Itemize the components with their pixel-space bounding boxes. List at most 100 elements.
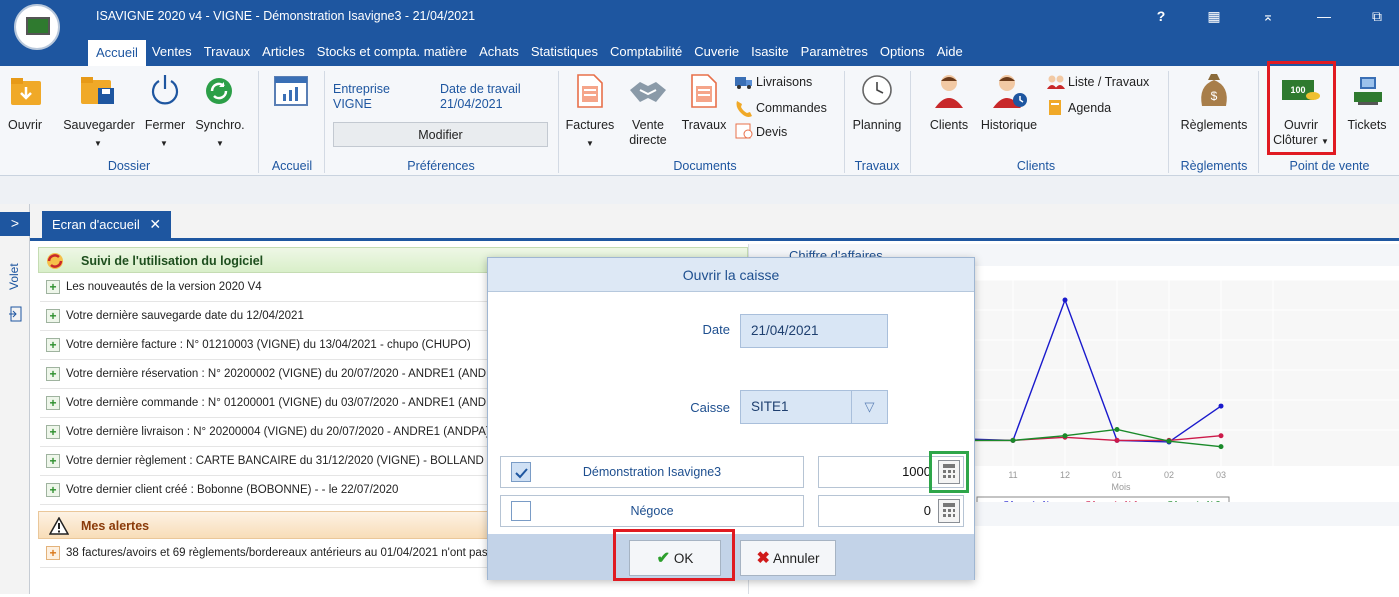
chevron-down-icon[interactable]: ▽ bbox=[851, 391, 887, 423]
data-point bbox=[1114, 437, 1120, 443]
help-icon[interactable]: ? bbox=[1150, 8, 1172, 24]
group-label-reglements: Règlements bbox=[1180, 159, 1248, 173]
caisse-select[interactable]: SITE1 ▽ bbox=[740, 390, 888, 424]
dock-icon[interactable] bbox=[8, 305, 24, 323]
checkbox-negoce[interactable] bbox=[511, 501, 531, 521]
cross-icon: ✖ bbox=[756, 550, 770, 567]
expand-icon[interactable]: + bbox=[46, 453, 60, 468]
calculator-icon[interactable] bbox=[938, 499, 960, 523]
group-label-point-de-vente: Point de vente bbox=[1289, 159, 1370, 173]
group-label-travaux: Travaux bbox=[854, 159, 900, 173]
menu-travaux[interactable]: Travaux bbox=[198, 41, 256, 66]
menu-aide[interactable]: Aide bbox=[931, 41, 969, 66]
expand-icon[interactable]: + bbox=[46, 482, 60, 497]
menu-statistiques[interactable]: Statistiques bbox=[525, 41, 604, 66]
agenda-button[interactable]: Agenda bbox=[1046, 99, 1158, 119]
work-document-icon bbox=[691, 74, 717, 108]
caisse-row-negoce[interactable]: Négoce bbox=[500, 495, 804, 527]
expand-volet-button[interactable]: > bbox=[0, 212, 30, 236]
travaux-doc-button[interactable]: Travaux bbox=[676, 70, 732, 156]
data-point bbox=[1166, 438, 1172, 444]
dialog-title: Ouvrir la caisse bbox=[488, 258, 974, 292]
group-label-accueil: Accueil bbox=[271, 159, 313, 173]
fermer-button[interactable]: Fermer ▼ bbox=[140, 70, 190, 156]
ribbon: Ouvrir Sauvegarder ▼ Fermer ▼ Synchro. ▼… bbox=[0, 66, 1399, 176]
expand-icon[interactable]: + bbox=[46, 545, 60, 560]
sync-icon bbox=[206, 78, 232, 104]
truck-icon bbox=[735, 77, 752, 89]
expand-icon[interactable]: + bbox=[46, 308, 60, 323]
data-point bbox=[1062, 297, 1068, 303]
close-tab-icon[interactable]: ✕ bbox=[149, 216, 161, 232]
data-point bbox=[1218, 403, 1224, 409]
devis-button[interactable]: Devis bbox=[734, 122, 844, 142]
x-tick-label: 01 bbox=[1112, 470, 1122, 480]
vente-directe-button[interactable]: Vente directe bbox=[620, 70, 676, 156]
handshake-icon bbox=[630, 82, 666, 102]
commandes-button[interactable]: Commandes bbox=[734, 99, 844, 119]
reglements-button[interactable]: $ Règlements bbox=[1172, 70, 1256, 156]
phone-icon bbox=[736, 101, 752, 117]
client-icon bbox=[935, 75, 963, 108]
ouvrir-dossier-button[interactable]: Ouvrir bbox=[0, 70, 50, 156]
caisse-row-demonstration[interactable]: Démonstration Isavigne3 bbox=[500, 456, 804, 488]
modifier-button[interactable]: Modifier bbox=[333, 122, 548, 147]
clients-button[interactable]: Clients bbox=[922, 70, 976, 156]
menu-articles[interactable]: Articles bbox=[256, 41, 311, 66]
expand-icon[interactable]: + bbox=[46, 337, 60, 352]
money-bag-icon: $ bbox=[1201, 74, 1227, 106]
highlight-ok-button bbox=[613, 529, 735, 581]
expand-icon[interactable]: + bbox=[46, 424, 60, 439]
menu-cuverie[interactable]: Cuverie bbox=[688, 41, 745, 66]
power-icon bbox=[151, 75, 179, 105]
synchro-button[interactable]: Synchro. ▼ bbox=[190, 70, 250, 156]
folder-save-icon bbox=[81, 77, 114, 104]
menu-achats[interactable]: Achats bbox=[473, 41, 525, 66]
checkbox-demonstration[interactable] bbox=[511, 462, 531, 482]
menu-isasite[interactable]: Isasite bbox=[745, 41, 795, 66]
planning-button[interactable]: Planning bbox=[846, 70, 908, 156]
menu-stocks[interactable]: Stocks et compta. matière bbox=[311, 41, 473, 66]
window-title: ISAVIGNE 2020 v4 - VIGNE - Démonstration… bbox=[96, 9, 476, 23]
tab-bar bbox=[30, 204, 1399, 241]
tab-ecran-accueil[interactable]: Ecran d'accueil ✕ bbox=[42, 211, 172, 238]
expand-icon[interactable]: + bbox=[46, 395, 60, 410]
sauvegarder-button[interactable]: Sauvegarder ▼ bbox=[58, 70, 140, 156]
group-label-preferences: Préférences bbox=[407, 159, 475, 173]
dashboard-icon bbox=[274, 76, 308, 106]
agenda-icon bbox=[1049, 100, 1061, 115]
livraisons-button[interactable]: Livraisons bbox=[734, 74, 844, 94]
accueil-dashboard-button[interactable] bbox=[264, 70, 320, 156]
menu-ventes[interactable]: Ventes bbox=[146, 41, 198, 66]
historique-button[interactable]: Historique bbox=[976, 70, 1042, 156]
quote-icon bbox=[735, 123, 753, 139]
calculator-icon[interactable]: ▦ bbox=[1203, 8, 1225, 25]
date-travail-label: Date de travail bbox=[440, 82, 521, 96]
minimize-icon[interactable]: — bbox=[1313, 8, 1335, 24]
tickets-button[interactable]: Tickets bbox=[1338, 70, 1396, 156]
volet-label[interactable]: Volet bbox=[7, 263, 21, 290]
entreprise-value: VIGNE bbox=[333, 97, 372, 111]
app-logo-icon[interactable] bbox=[14, 4, 60, 50]
factures-button[interactable]: Factures ▼ bbox=[560, 70, 620, 156]
restore-icon[interactable]: ⧉ bbox=[1366, 8, 1388, 25]
annuler-button[interactable]: ✖ Annuler bbox=[740, 540, 836, 576]
group-label-dossier: Dossier bbox=[107, 159, 151, 173]
menu-accueil[interactable]: Accueil bbox=[88, 40, 146, 66]
expand-icon[interactable]: + bbox=[46, 279, 60, 294]
date-input[interactable]: 21/04/2021 bbox=[740, 314, 888, 348]
data-point bbox=[1010, 437, 1016, 443]
caisse-label: Caisse bbox=[690, 400, 730, 415]
date-label: Date bbox=[702, 322, 730, 337]
menu-parametres[interactable]: Paramètres bbox=[795, 41, 874, 66]
menu-options[interactable]: Options bbox=[874, 41, 931, 66]
expand-icon[interactable]: + bbox=[46, 366, 60, 381]
people-list-icon bbox=[1047, 75, 1065, 89]
folder-open-icon bbox=[11, 78, 41, 105]
entreprise-label: Entreprise bbox=[333, 82, 390, 96]
menu-comptabilite[interactable]: Comptabilité bbox=[604, 41, 688, 66]
collapse-ribbon-icon[interactable]: ⌅ bbox=[1257, 8, 1279, 25]
liste-travaux-button[interactable]: Liste / Travaux bbox=[1046, 74, 1158, 94]
highlight-calculator bbox=[929, 451, 969, 493]
clock-icon bbox=[862, 75, 892, 105]
